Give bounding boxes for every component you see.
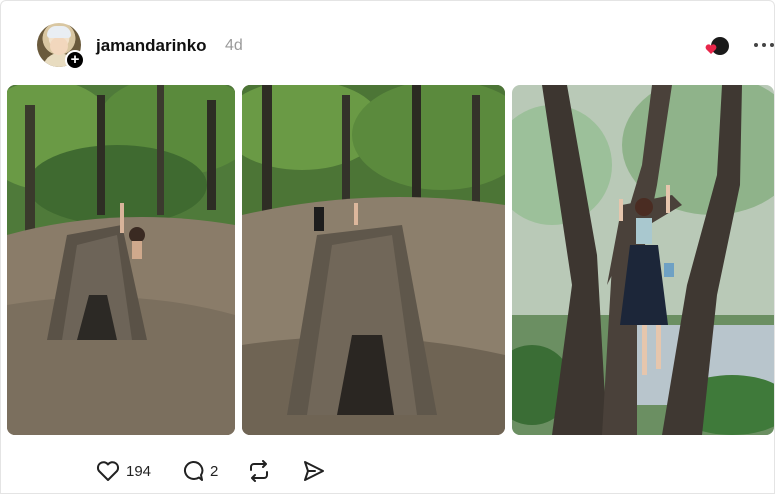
photo-2-image	[242, 85, 505, 435]
post-header: + jamandarinko 4d	[37, 23, 774, 71]
avatar-face	[50, 37, 68, 55]
username[interactable]: jamandarinko	[96, 36, 207, 56]
photo-carousel	[7, 85, 775, 435]
repost-button[interactable]	[247, 458, 271, 484]
comment-count: 2	[210, 462, 219, 480]
photo-2[interactable]	[242, 85, 505, 435]
photo-3[interactable]	[512, 85, 774, 435]
speech-bubble-icon	[184, 460, 204, 481]
send-icon	[304, 461, 324, 481]
share-button[interactable]	[302, 458, 326, 484]
photo-1-image	[7, 85, 235, 435]
like-button[interactable]: 194	[96, 458, 151, 484]
follow-plus-icon[interactable]: +	[65, 50, 85, 70]
comment-button[interactable]: 2	[182, 458, 218, 484]
post-card: + jamandarinko 4d 194 2	[0, 0, 775, 494]
heart-icon	[705, 44, 717, 54]
more-options-button[interactable]	[753, 33, 775, 55]
avatar-hat	[47, 26, 71, 38]
post-time[interactable]: 4d	[225, 37, 243, 55]
reactors-avatars[interactable]	[705, 37, 733, 57]
heart-icon	[96, 461, 120, 481]
photo-1[interactable]	[7, 85, 235, 435]
post-actions: 194 2	[96, 458, 396, 484]
like-count: 194	[126, 462, 152, 480]
photo-3-image	[512, 85, 774, 435]
repost-icon	[250, 460, 268, 482]
